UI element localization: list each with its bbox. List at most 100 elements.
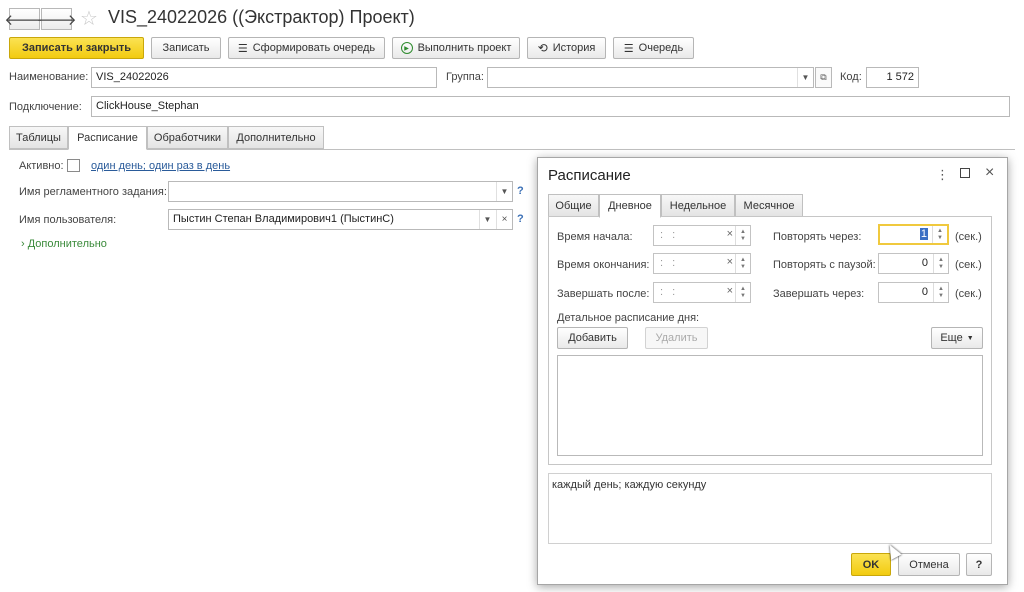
end-time-value: : : bbox=[660, 257, 679, 269]
chevron-down-icon: ▼ bbox=[966, 334, 974, 342]
code-label: Код: bbox=[840, 71, 862, 83]
spinner-icon[interactable]: ▲ ▼ bbox=[932, 226, 947, 243]
ok-button[interactable]: OK bbox=[851, 553, 891, 576]
clear-icon[interactable]: × bbox=[727, 285, 733, 297]
cancel-button[interactable]: Отмена bbox=[898, 553, 960, 576]
back-button[interactable]: 🡐 bbox=[4, 8, 45, 30]
spinner-icon[interactable]: ▲ ▼ bbox=[933, 283, 948, 302]
tab-handlers[interactable]: Обработчики bbox=[147, 126, 228, 149]
play-icon: ▶ bbox=[400, 42, 413, 54]
repeat-pause-field[interactable]: 0 ▲ ▼ bbox=[878, 253, 949, 274]
spinner-icon[interactable]: ▲ ▼ bbox=[735, 226, 750, 245]
sec-unit-label: (сек.) bbox=[955, 288, 982, 300]
start-time-value: : : bbox=[660, 229, 679, 241]
close-icon[interactable]: × bbox=[985, 164, 994, 182]
spinner-icon[interactable]: ▲ ▼ bbox=[933, 254, 948, 273]
daily-panel: Время начала: : : × ▲ ▼ Время окончания: … bbox=[548, 216, 992, 465]
start-time-label: Время начала: bbox=[557, 231, 633, 243]
arrow-right-icon: 🡒 bbox=[36, 11, 77, 29]
add-button[interactable]: Добавить bbox=[557, 327, 628, 349]
save-close-button[interactable]: Записать и закрыть bbox=[9, 37, 144, 59]
queue-button[interactable]: ☰ Очередь bbox=[613, 37, 694, 59]
dialog-tab-monthly[interactable]: Месячное bbox=[735, 194, 803, 217]
finish-in-value: 0 bbox=[921, 286, 928, 298]
more-menu-icon[interactable]: ⋮ bbox=[936, 167, 949, 183]
queue-label: Очередь bbox=[638, 42, 684, 54]
schedule-link[interactable]: один день; один раз в день bbox=[91, 160, 230, 172]
repeat-every-value: 1 bbox=[919, 228, 928, 240]
form-queue-label: Сформировать очередь bbox=[252, 42, 376, 54]
help-icon[interactable]: ? bbox=[517, 185, 524, 197]
job-name-field[interactable]: ▼ bbox=[168, 181, 513, 202]
help-icon[interactable]: ? bbox=[517, 213, 524, 225]
job-name-label: Имя регламентного задания: bbox=[19, 186, 167, 198]
help-button[interactable]: ? bbox=[966, 553, 992, 576]
name-label: Наименование: bbox=[9, 71, 89, 83]
maximize-icon[interactable] bbox=[960, 168, 970, 178]
tab-additional[interactable]: Дополнительно bbox=[228, 126, 324, 149]
dropdown-icon[interactable]: ▼ bbox=[479, 210, 495, 229]
connection-label: Подключение: bbox=[9, 101, 82, 113]
finish-in-label: Завершать через: bbox=[773, 288, 865, 300]
form-queue-button[interactable]: ☰ Сформировать очередь bbox=[228, 37, 385, 59]
sec-unit-label: (сек.) bbox=[955, 259, 982, 271]
dialog-tab-weekly[interactable]: Недельное bbox=[661, 194, 735, 217]
spinner-icon[interactable]: ▲ ▼ bbox=[735, 283, 750, 302]
tab-divider bbox=[9, 149, 1015, 150]
name-field[interactable]: VIS_24022026 bbox=[91, 67, 437, 88]
window-title: VIS_24022026 ((Экстрактор) Проект) bbox=[108, 7, 415, 27]
more-button[interactable]: Еще ▼ bbox=[931, 327, 983, 349]
code-field[interactable]: 1 572 bbox=[866, 67, 919, 88]
additional-toggle[interactable]: › Дополнительно bbox=[21, 238, 107, 250]
tab-schedule[interactable]: Расписание bbox=[68, 126, 147, 150]
repeat-every-label: Повторять через: bbox=[773, 231, 862, 243]
finish-in-field[interactable]: 0 ▲ ▼ bbox=[878, 282, 949, 303]
run-project-button[interactable]: ▶ Выполнить проект bbox=[392, 37, 520, 59]
finish-after-field[interactable]: : : × ▲ ▼ bbox=[653, 282, 751, 303]
active-label: Активно: bbox=[19, 160, 64, 172]
dialog-tab-daily[interactable]: Дневное bbox=[599, 194, 661, 218]
star-icon[interactable]: ☆ bbox=[80, 6, 98, 31]
history-label: История bbox=[552, 42, 596, 54]
more-label: Еще bbox=[940, 332, 963, 344]
tab-tables[interactable]: Таблицы bbox=[9, 126, 68, 149]
save-button[interactable]: Записать bbox=[151, 37, 221, 59]
schedule-summary: каждый день; каждую секунду bbox=[548, 473, 992, 544]
open-icon[interactable]: ⧉ bbox=[815, 67, 832, 88]
dialog-title: Расписание bbox=[548, 167, 631, 184]
detail-schedule-label: Детальное расписание дня: bbox=[557, 312, 700, 324]
user-label: Имя пользователя: bbox=[19, 214, 117, 226]
finish-after-value: : : bbox=[660, 286, 679, 298]
history-button[interactable]: ⟲ История bbox=[527, 37, 606, 59]
clear-icon[interactable]: × bbox=[496, 210, 512, 229]
spinner-icon[interactable]: ▲ ▼ bbox=[735, 254, 750, 273]
run-project-label: Выполнить проект bbox=[417, 42, 512, 54]
dropdown-icon[interactable]: ▼ bbox=[496, 182, 512, 201]
start-time-field[interactable]: : : × ▲ ▼ bbox=[653, 225, 751, 246]
clear-icon[interactable]: × bbox=[727, 228, 733, 240]
schedule-dialog: Расписание ⋮ × Общие Дневное Недельное М… bbox=[537, 157, 1008, 585]
user-value: Пыстин Степан Владимирович1 (ПыстинС) bbox=[173, 213, 394, 225]
list-icon: ☰ bbox=[623, 42, 634, 55]
list-icon: ☰ bbox=[237, 42, 248, 55]
forward-button[interactable]: 🡒 bbox=[36, 8, 77, 30]
end-time-label: Время окончания: bbox=[557, 259, 650, 271]
repeat-every-field[interactable]: 1 ▲ ▼ bbox=[878, 224, 949, 245]
finish-after-label: Завершать после: bbox=[557, 288, 650, 300]
active-checkbox[interactable] bbox=[67, 159, 80, 172]
group-field[interactable]: ▼ bbox=[487, 67, 814, 88]
sec-unit-label: (сек.) bbox=[955, 231, 982, 243]
dropdown-icon[interactable]: ▼ bbox=[797, 68, 813, 87]
repeat-pause-value: 0 bbox=[921, 257, 928, 269]
delete-button[interactable]: Удалить bbox=[645, 327, 708, 349]
end-time-field[interactable]: : : × ▲ ▼ bbox=[653, 253, 751, 274]
detail-schedule-table[interactable] bbox=[557, 355, 983, 456]
history-icon: ⟲ bbox=[537, 41, 548, 55]
group-label: Группа: bbox=[446, 71, 484, 83]
connection-field[interactable]: ClickHouse_Stephan bbox=[91, 96, 1010, 117]
user-field[interactable]: Пыстин Степан Владимирович1 (ПыстинС) ▼ … bbox=[168, 209, 513, 230]
clear-icon[interactable]: × bbox=[727, 256, 733, 268]
chevron-right-icon: › bbox=[21, 238, 25, 250]
dialog-tab-general[interactable]: Общие bbox=[548, 194, 599, 217]
additional-label: Дополнительно bbox=[27, 238, 107, 250]
